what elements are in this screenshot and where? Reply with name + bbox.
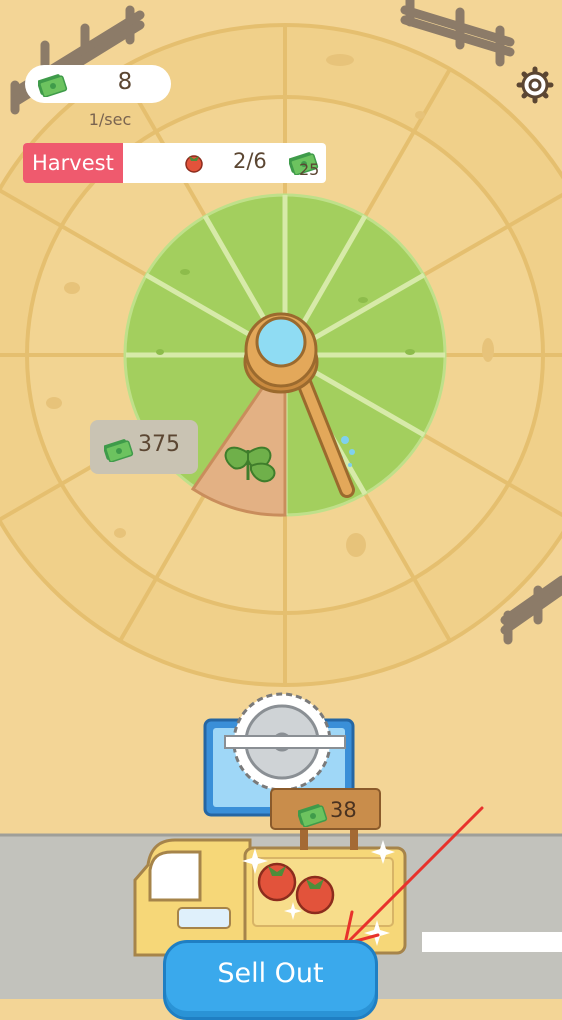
gear-icon[interactable] [516, 66, 554, 104]
harvest-quest-bar[interactable]: Harvest 2/6 [23, 143, 326, 183]
money-value: 8 [117, 69, 133, 95]
plot-unlock-price[interactable]: 375 [90, 420, 198, 474]
tomato-icon [185, 155, 203, 173]
harvest-reward: 25 [299, 160, 320, 179]
income-rate: 1/sec [88, 110, 132, 129]
sell-out-button[interactable]: Sell Out [163, 940, 378, 1020]
cash-icon [298, 803, 328, 827]
truck-price-sign: 38 [270, 788, 381, 830]
harvest-label: Harvest [23, 143, 123, 183]
truck-price-value: 38 [330, 798, 357, 822]
money-counter: 8 [25, 65, 171, 103]
plot-price-value: 375 [138, 432, 180, 457]
cash-icon [104, 438, 134, 462]
cash-icon [38, 73, 68, 97]
harvest-progress: 2/6 [233, 149, 267, 173]
